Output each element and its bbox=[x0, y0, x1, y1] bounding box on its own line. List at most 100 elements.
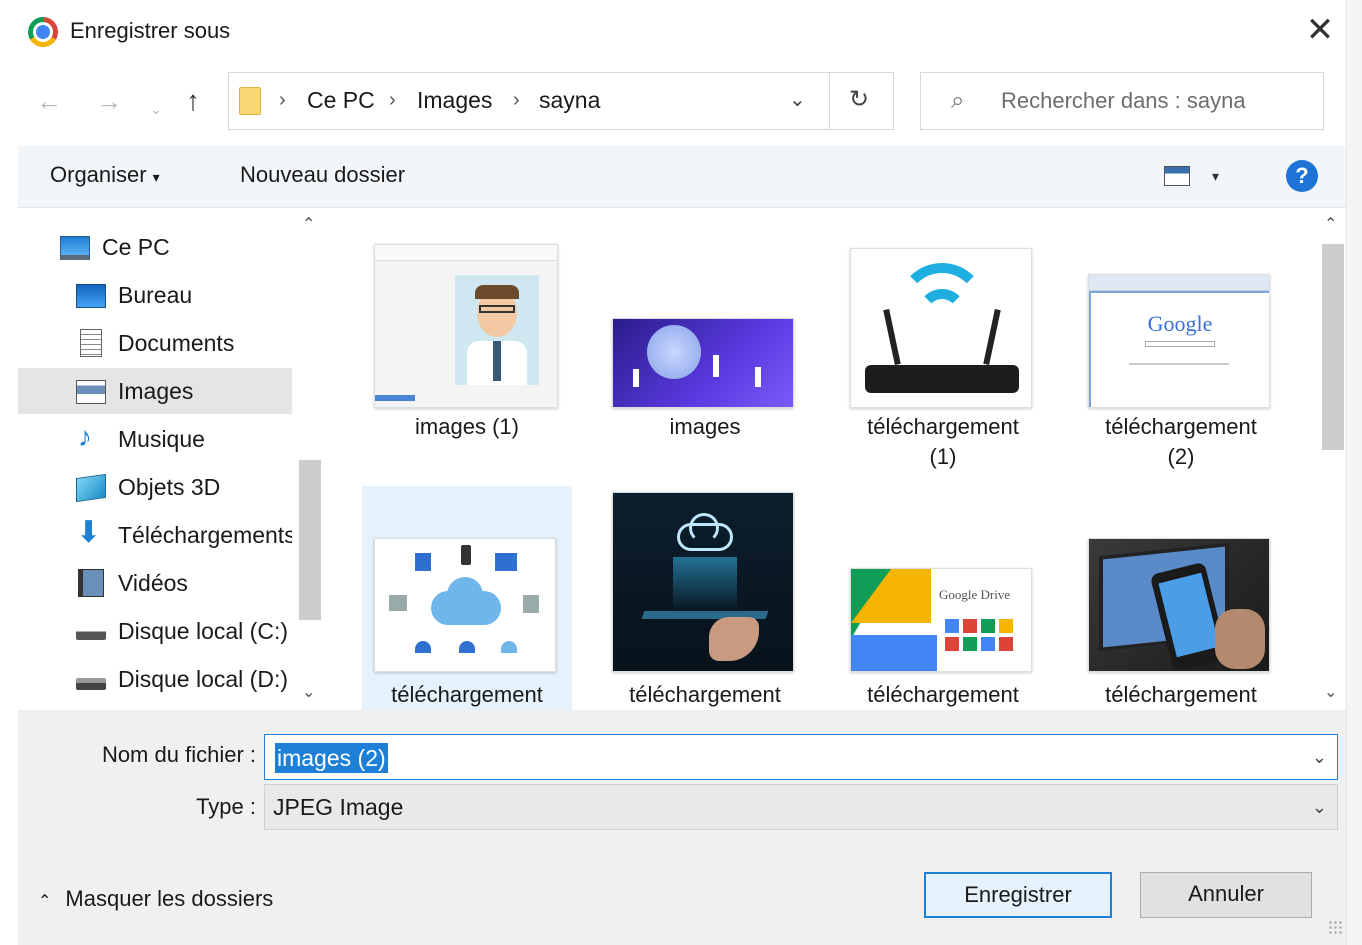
file-label-line: téléchargement bbox=[1105, 414, 1257, 439]
music-icon: ♪ bbox=[78, 421, 92, 452]
file-tile-images-1[interactable]: images (1) bbox=[362, 238, 572, 478]
file-label: téléchargement bbox=[867, 682, 1019, 707]
hide-folders-toggle[interactable]: ⌃ Masquer les dossiers bbox=[38, 886, 273, 912]
breadcrumb-separator: › bbox=[513, 89, 520, 111]
help-icon[interactable]: ? bbox=[1286, 160, 1318, 192]
sidebar-item-label: Disque local (C:) bbox=[118, 618, 288, 644]
up-button[interactable]: ↑ bbox=[186, 86, 200, 116]
back-button[interactable]: ← bbox=[36, 86, 62, 116]
filename-combobox[interactable]: images (2) ⌄ bbox=[264, 734, 1338, 780]
refresh-icon[interactable]: ↻ bbox=[849, 85, 869, 114]
breadcrumb-separator: › bbox=[389, 89, 396, 111]
folder-icon bbox=[239, 87, 261, 115]
file-grid-scrollbar[interactable]: ⌃ ⌄ bbox=[1318, 208, 1348, 710]
scroll-down-icon[interactable]: ⌄ bbox=[1324, 682, 1337, 702]
thumbnail-cloud-hand bbox=[612, 492, 794, 672]
file-label: téléchargement (2) bbox=[1076, 412, 1286, 472]
navigation-row: ← → ⌄ ↑ › Ce PC › Images › sayna ⌄ ↻ ⌕ bbox=[18, 62, 1348, 146]
sidebar-item-label: Ce PC bbox=[102, 234, 170, 260]
filename-input[interactable] bbox=[273, 741, 1273, 775]
file-tile-telechargement-2[interactable]: Google téléchargement (2) bbox=[1076, 238, 1286, 478]
sidebar-item-disk-c[interactable]: Disque local (C:) bbox=[18, 608, 292, 654]
videos-icon bbox=[78, 569, 104, 597]
search-box[interactable]: ⌕ bbox=[920, 72, 1324, 130]
documents-icon bbox=[80, 329, 102, 357]
thumbnail-google-search: Google bbox=[1088, 274, 1270, 408]
search-icon: ⌕ bbox=[951, 87, 965, 114]
file-tile-images[interactable]: images bbox=[600, 238, 810, 478]
sidebar-item-telechargements[interactable]: ⬇ Téléchargements bbox=[18, 512, 292, 558]
file-tile-telechargement-selected[interactable]: téléchargement bbox=[362, 486, 572, 710]
sidebar-item-ce-pc[interactable]: Ce PC bbox=[18, 224, 292, 270]
hide-folders-label: Masquer les dossiers bbox=[65, 886, 274, 911]
sidebar-item-label: Objets 3D bbox=[118, 474, 221, 500]
sidebar-item-images[interactable]: Images bbox=[18, 368, 292, 414]
search-input[interactable] bbox=[1001, 85, 1311, 117]
sidebar-scrollbar[interactable]: ⌃ ⌄ bbox=[294, 208, 324, 710]
breadcrumb-item-ce-pc[interactable]: Ce PC bbox=[307, 87, 375, 114]
file-tile-telechargement-google-drive[interactable]: Google Drive téléchargement bbox=[838, 486, 1048, 710]
sidebar-item-videos[interactable]: Vidéos bbox=[18, 560, 292, 606]
sidebar-scroll-thumb[interactable] bbox=[299, 460, 321, 620]
new-folder-button[interactable]: Nouveau dossier bbox=[240, 162, 405, 188]
sidebar-item-label: Disque local (D:) bbox=[118, 666, 288, 692]
sidebar-item-bureau[interactable]: Bureau bbox=[18, 272, 292, 318]
google-drive-logo-text: Google Drive bbox=[939, 587, 1011, 602]
disk-c-icon bbox=[76, 626, 106, 640]
file-label: téléchargement (1) bbox=[838, 412, 1048, 472]
file-type-select[interactable]: JPEG Image ⌄ bbox=[264, 784, 1338, 830]
file-label-line: (2) bbox=[1167, 444, 1195, 469]
file-grid-scroll-thumb[interactable] bbox=[1322, 244, 1344, 450]
thumbnail-isometric-blue bbox=[612, 318, 794, 408]
scroll-up-icon[interactable]: ⌃ bbox=[1324, 214, 1337, 234]
cancel-button[interactable]: Annuler bbox=[1140, 872, 1312, 918]
view-options-caret-icon[interactable]: ▾ bbox=[1212, 168, 1219, 185]
resize-grip-icon[interactable] bbox=[1328, 920, 1344, 936]
breadcrumb-item-sayna[interactable]: sayna bbox=[539, 87, 600, 114]
view-options-icon[interactable] bbox=[1164, 166, 1190, 186]
file-label: téléchargement bbox=[1105, 682, 1257, 707]
save-button[interactable]: Enregistrer bbox=[924, 872, 1112, 918]
address-dropdown-icon[interactable]: ⌄ bbox=[789, 87, 806, 112]
file-label: téléchargement bbox=[391, 682, 543, 707]
chevron-down-icon[interactable]: ⌄ bbox=[1312, 747, 1327, 768]
save-as-dialog: Enregistrer sous ✕ ← → ⌄ ↑ › Ce PC › Ima… bbox=[0, 0, 1362, 945]
sidebar-item-documents[interactable]: Documents bbox=[18, 320, 292, 366]
breadcrumb-item-images[interactable]: Images bbox=[417, 87, 492, 114]
address-divider bbox=[829, 73, 830, 129]
forward-button[interactable]: → bbox=[96, 86, 122, 116]
scroll-down-icon[interactable]: ⌄ bbox=[302, 682, 315, 702]
organize-button[interactable]: Organiser ▾ bbox=[50, 162, 160, 188]
file-label: téléchargement bbox=[629, 682, 781, 707]
thumbnail-cartoon-man bbox=[374, 244, 558, 408]
close-button[interactable]: ✕ bbox=[1298, 10, 1342, 54]
chevron-up-icon: ⌃ bbox=[38, 893, 52, 910]
sidebar-item-musique[interactable]: ♪ Musique bbox=[18, 416, 292, 462]
file-tile-telechargement-dropbox[interactable]: téléchargement bbox=[1076, 486, 1286, 710]
navigation-pane: Ce PC Bureau Documents Images ♪ Musique … bbox=[18, 208, 328, 710]
sidebar-item-objets-3d[interactable]: Objets 3D bbox=[18, 464, 292, 510]
file-tile-telechargement-cloud-hand[interactable]: téléchargement bbox=[600, 486, 810, 710]
sidebar-item-label: Musique bbox=[118, 426, 205, 452]
chevron-down-icon[interactable]: ⌄ bbox=[1312, 797, 1327, 818]
command-toolbar: Organiser ▾ Nouveau dossier ▾ ? bbox=[18, 146, 1348, 208]
thumbnail-google-drive: Google Drive bbox=[850, 568, 1032, 672]
title-bar: Enregistrer sous ✕ bbox=[18, 0, 1348, 62]
breadcrumb-separator: › bbox=[279, 89, 286, 111]
scroll-up-icon[interactable]: ⌃ bbox=[302, 214, 315, 234]
thumbnail-dropbox-phone bbox=[1088, 538, 1270, 672]
sidebar-item-label: Vidéos bbox=[118, 570, 188, 596]
pc-icon bbox=[60, 236, 90, 260]
dialog-title: Enregistrer sous bbox=[70, 18, 231, 43]
address-bar[interactable]: › Ce PC › Images › sayna ⌄ ↻ bbox=[228, 72, 894, 130]
sidebar-item-label: Bureau bbox=[118, 282, 193, 308]
organize-label: Organiser bbox=[50, 162, 147, 187]
downloads-icon: ⬇ bbox=[76, 516, 102, 549]
type-label: Type : bbox=[196, 794, 256, 819]
google-logo-text: Google bbox=[1147, 311, 1213, 336]
file-tile-telechargement-1[interactable]: téléchargement (1) bbox=[838, 238, 1048, 478]
sidebar-item-disk-d[interactable]: Disque local (D:) bbox=[18, 656, 292, 702]
recent-locations-button[interactable]: ⌄ bbox=[150, 94, 162, 124]
filename-label: Nom du fichier : bbox=[101, 742, 256, 767]
filename-selected-text: images (2) bbox=[275, 743, 388, 773]
